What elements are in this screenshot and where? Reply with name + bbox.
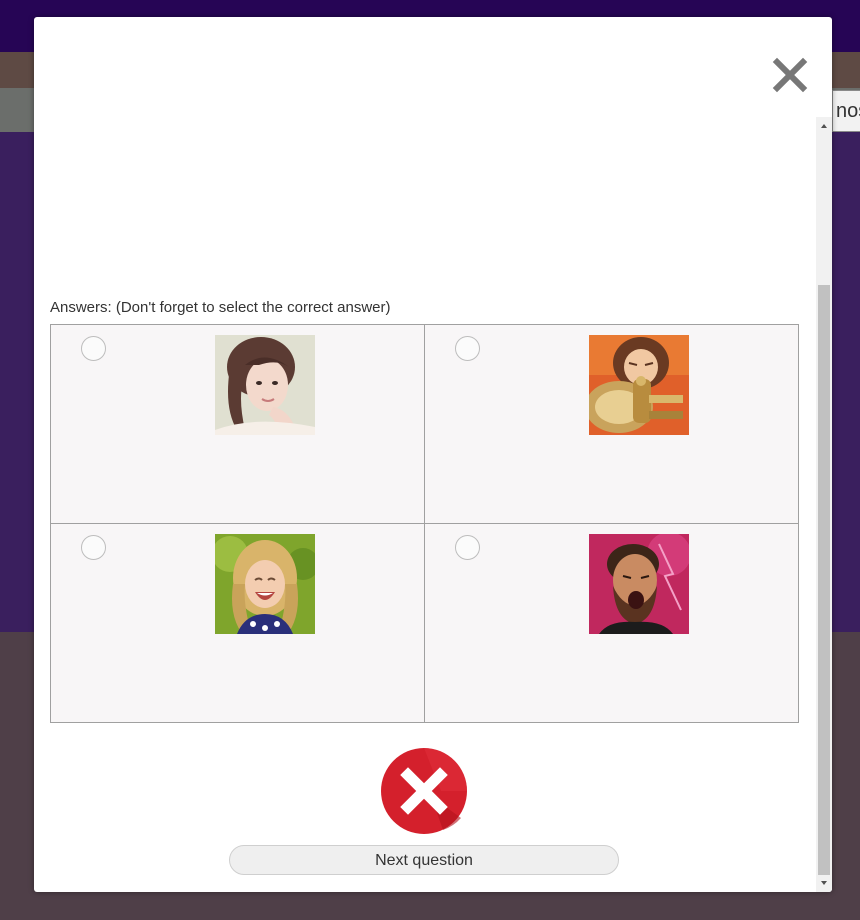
answer-radio[interactable] bbox=[454, 336, 480, 361]
close-icon[interactable] bbox=[772, 57, 808, 93]
answer-option[interactable] bbox=[51, 325, 425, 524]
answers-grid bbox=[50, 324, 799, 723]
answer-radio[interactable] bbox=[81, 534, 106, 560]
wrong-answer-x-icon bbox=[381, 748, 467, 834]
next-question-button[interactable]: Next question bbox=[229, 845, 619, 875]
scroll-up-arrow-icon[interactable] bbox=[816, 119, 832, 133]
answer-option[interactable] bbox=[424, 523, 798, 722]
answer-option[interactable] bbox=[424, 325, 798, 524]
answer-radio[interactable] bbox=[454, 534, 480, 560]
answer-option[interactable] bbox=[51, 523, 425, 722]
scroll-thumb[interactable] bbox=[818, 285, 830, 875]
answers-label: Answers: (Don't forget to select the cor… bbox=[50, 299, 391, 316]
young-woman-portrait-photo bbox=[215, 335, 315, 435]
modal-scrollbar[interactable] bbox=[816, 117, 832, 892]
scroll-down-arrow-icon[interactable] bbox=[816, 876, 832, 890]
background-partial-button: nos bbox=[832, 90, 860, 132]
answer-radio[interactable] bbox=[81, 336, 106, 361]
quiz-modal: Answers: (Don't forget to select the cor… bbox=[34, 17, 832, 892]
laughing-girl-photo bbox=[215, 533, 315, 634]
bearded-man-shouting-photo bbox=[588, 533, 689, 634]
child-playing-tuba-photo bbox=[588, 335, 689, 435]
